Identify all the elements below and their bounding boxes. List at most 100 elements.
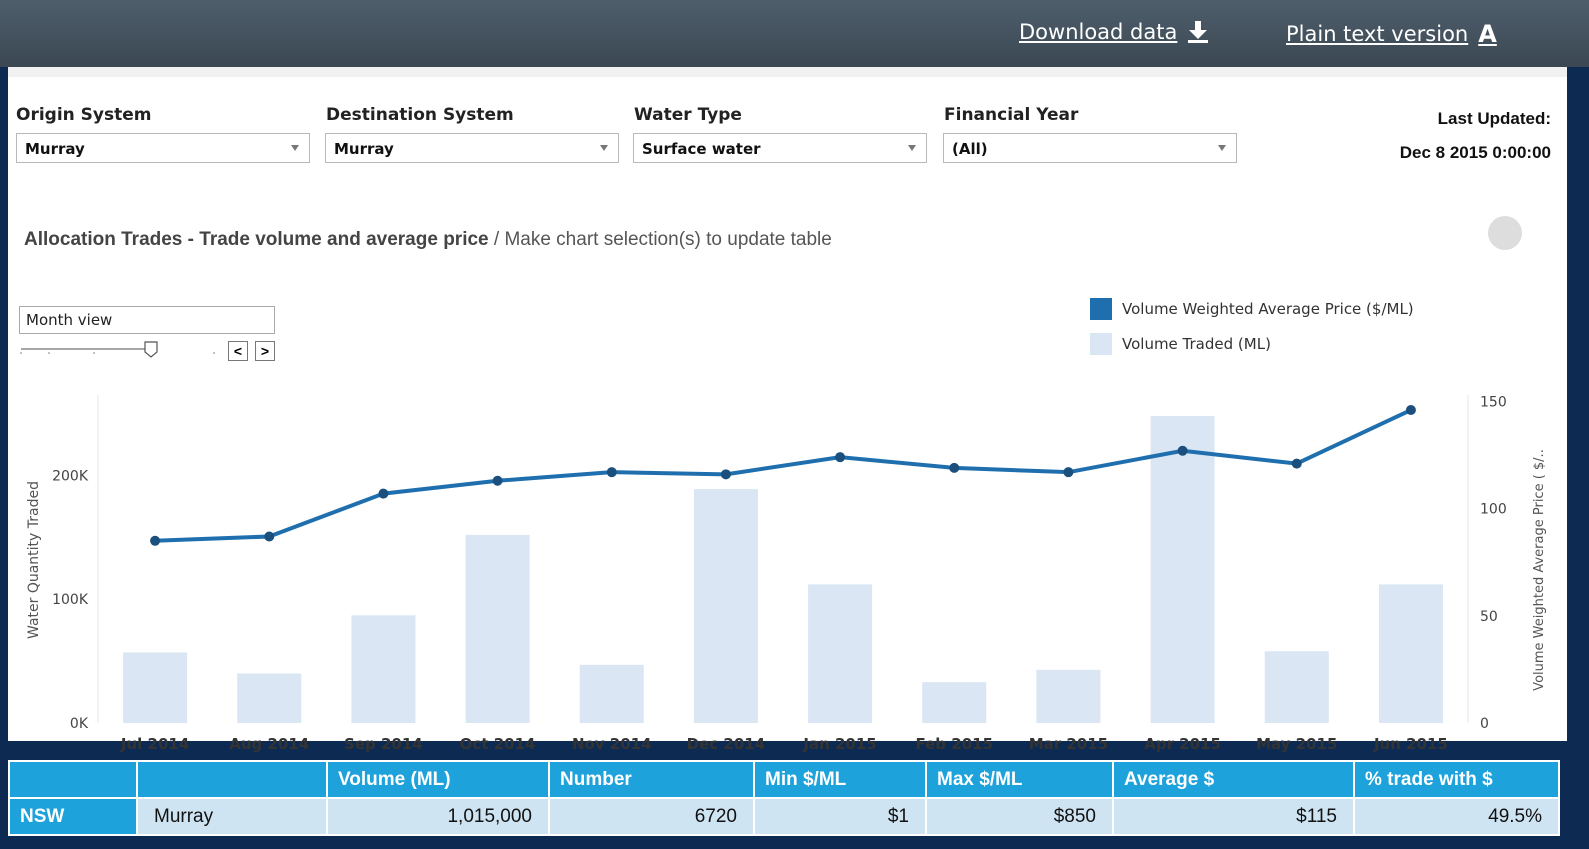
- dropdown-arrow-icon: [291, 145, 299, 151]
- view-level-value: Month view: [26, 311, 113, 329]
- y-tick-label-left: 200K: [52, 468, 89, 484]
- origin-system-select[interactable]: Murray: [16, 133, 310, 163]
- water-type-label: Water Type: [634, 105, 742, 125]
- dropdown-arrow-icon: [1218, 145, 1226, 151]
- cell-max: $850: [925, 797, 1114, 836]
- download-data-link[interactable]: Download data: [1019, 20, 1209, 44]
- info-icon[interactable]: [1488, 216, 1522, 250]
- y-tick-label-right: 0: [1480, 716, 1489, 732]
- trade-chart[interactable]: Jul 2014 Aug 2014 Sep 2014 Oct 2014 Nov 2014…: [8, 390, 1567, 760]
- volume-bar[interactable]: [922, 682, 987, 723]
- x-tick-label: May 2015: [1256, 735, 1337, 753]
- price-point[interactable]: [378, 488, 389, 499]
- volume-bar[interactable]: [237, 673, 302, 723]
- prev-view-button[interactable]: <: [228, 341, 248, 361]
- price-point[interactable]: [1405, 405, 1416, 416]
- plain-text-icon: A: [1478, 20, 1497, 48]
- volume-bar[interactable]: [351, 615, 416, 723]
- volume-bar[interactable]: [1150, 416, 1215, 723]
- view-level-field[interactable]: Month view: [19, 306, 275, 334]
- financial-year-select[interactable]: (All): [943, 133, 1237, 163]
- x-tick-label: Jan 2015: [802, 735, 876, 753]
- volume-bar[interactable]: [1378, 584, 1443, 723]
- cell-number: 6720: [548, 797, 755, 836]
- legend-swatch-price: [1090, 298, 1112, 320]
- water-type-value: Surface water: [642, 140, 761, 158]
- last-updated-value: Dec 8 2015 0:00:00: [1399, 143, 1551, 162]
- bar-series: [123, 416, 1443, 723]
- destination-system-label: Destination System: [326, 105, 514, 125]
- next-view-button[interactable]: >: [255, 341, 275, 361]
- y-axis-label-left: Water Quantity Traded: [26, 481, 42, 639]
- volume-bar[interactable]: [693, 489, 758, 723]
- table-header-cell: % trade with $: [1353, 760, 1560, 799]
- volume-bar[interactable]: [1264, 651, 1329, 723]
- price-line-series: [150, 405, 1416, 546]
- volume-bar[interactable]: [808, 584, 873, 723]
- price-point[interactable]: [150, 535, 161, 546]
- financial-year-value: (All): [952, 140, 988, 158]
- table-header-row: Volume (ML) Number Min $/ML Max $/ML Ave…: [8, 760, 1560, 799]
- legend-label-volume: Volume Traded (ML): [1122, 335, 1271, 353]
- price-point[interactable]: [949, 462, 960, 473]
- price-line: [155, 408, 1412, 543]
- legend-label-price: Volume Weighted Average Price ($/ML): [1122, 300, 1414, 318]
- cell-state: NSW: [8, 797, 138, 836]
- dropdown-arrow-icon: [908, 145, 916, 151]
- plain-text-version-link[interactable]: Plain text version A: [1286, 20, 1497, 48]
- x-tick-label: Aug 2014: [229, 735, 309, 753]
- cell-pct: 49.5%: [1353, 797, 1560, 836]
- volume-bar[interactable]: [123, 652, 188, 723]
- y-axis-label-right: Volume Weighted Average Price ( $/..: [1532, 449, 1547, 691]
- volume-bar[interactable]: [579, 664, 644, 723]
- price-point[interactable]: [1063, 467, 1074, 478]
- x-tick-label: Apr 2015: [1144, 735, 1221, 753]
- price-point[interactable]: [492, 475, 503, 486]
- y-tick-label-right: 100: [1480, 502, 1507, 518]
- price-point[interactable]: [606, 467, 617, 478]
- financial-year-label: Financial Year: [944, 105, 1079, 125]
- plain-text-label: Plain text version: [1286, 22, 1469, 46]
- cell-average: $115: [1112, 797, 1355, 836]
- water-type-select[interactable]: Surface water: [633, 133, 927, 163]
- download-icon: [1188, 21, 1209, 43]
- cell-volume: 1,015,000: [326, 797, 550, 836]
- table-header-cell: Number: [548, 760, 755, 799]
- y-tick-label-left: 0K: [70, 716, 89, 732]
- chart-title: Allocation Trades - Trade volume and ave…: [24, 229, 832, 251]
- cell-system: Murray: [136, 797, 328, 836]
- x-tick-label: Feb 2015: [915, 735, 993, 753]
- price-point[interactable]: [264, 531, 275, 542]
- y-tick-label-right: 50: [1480, 609, 1498, 625]
- summary-table: Volume (ML) Number Min $/ML Max $/ML Ave…: [8, 760, 1560, 836]
- download-data-label: Download data: [1019, 20, 1178, 44]
- destination-system-value: Murray: [334, 140, 394, 158]
- chart-title-main: Allocation Trades - Trade volume and ave…: [24, 229, 489, 250]
- price-point[interactable]: [1291, 458, 1302, 469]
- price-point[interactable]: [720, 469, 731, 480]
- price-point[interactable]: [835, 452, 846, 463]
- price-point[interactable]: [1177, 445, 1188, 456]
- x-tick-label: Oct 2014: [460, 735, 536, 753]
- top-bar: Download data Plain text version A: [0, 0, 1589, 67]
- legend-swatch-volume: [1090, 333, 1112, 355]
- table-header-cell: Min $/ML: [753, 760, 927, 799]
- volume-bar[interactable]: [1036, 669, 1101, 723]
- table-header-cell: Max $/ML: [925, 760, 1114, 799]
- x-tick-label: Nov 2014: [572, 735, 652, 753]
- legend-item-volume[interactable]: Volume Traded (ML): [1090, 333, 1271, 355]
- table-header-cell: [8, 760, 138, 799]
- last-updated-label: Last Updated:: [1437, 109, 1551, 128]
- table-header-cell: Volume (ML): [326, 760, 550, 799]
- view-level-slider[interactable]: [19, 339, 219, 359]
- y-tick-label-right: 150: [1480, 394, 1507, 410]
- legend-item-price[interactable]: Volume Weighted Average Price ($/ML): [1090, 298, 1414, 320]
- origin-system-value: Murray: [25, 140, 85, 158]
- chart-title-subtitle: / Make chart selection(s) to update tabl…: [488, 229, 832, 250]
- x-tick-label: Dec 2014: [687, 735, 766, 753]
- destination-system-select[interactable]: Murray: [325, 133, 619, 163]
- table-row[interactable]: NSW Murray 1,015,000 6720 $1 $850 $115 4…: [8, 797, 1560, 836]
- x-tick-label: Jul 2014: [120, 735, 189, 753]
- y-tick-label-left: 100K: [52, 592, 89, 608]
- volume-bar[interactable]: [465, 534, 530, 723]
